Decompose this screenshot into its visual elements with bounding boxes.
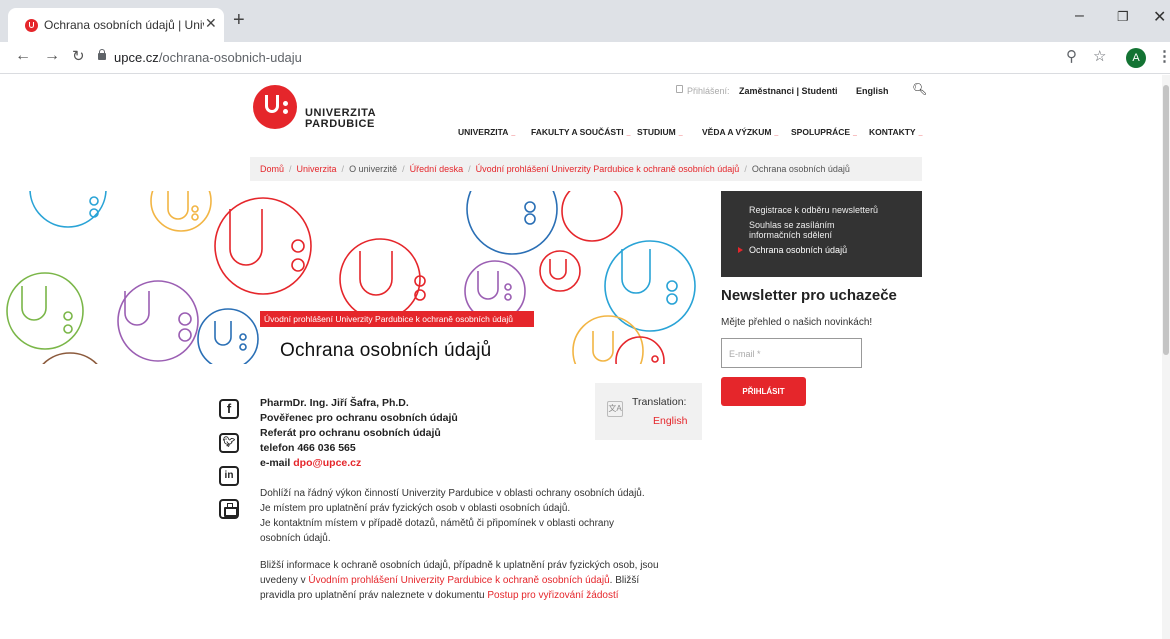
contact-department: Referát pro ochranu osobních údajů — [260, 427, 441, 439]
page-scrollbar[interactable] — [1162, 75, 1170, 639]
newsletter-title: Newsletter pro uchazeče — [721, 287, 897, 304]
reload-icon[interactable]: ↻ — [72, 47, 85, 65]
sidebar-menu: Registrace k odběru newsletterů Souhlas … — [721, 191, 922, 277]
login-links[interactable]: Zaměstnanci | Studenti — [739, 86, 838, 96]
hero-pattern — [0, 191, 702, 364]
logo-text[interactable]: UNIVERZITA PARDUBICE — [305, 108, 376, 130]
translation-label: Translation: — [632, 396, 687, 408]
nav-item-spoluprace[interactable]: SPOLUPRÁCE — [791, 127, 857, 137]
newsletter-text: Mějte přehled o našich novinkách! — [721, 317, 873, 328]
browser-tab[interactable]: Ochrana osobních údajů | Univerz ✕ — [8, 8, 224, 42]
university-logo-icon[interactable] — [253, 85, 297, 129]
nav-item-kontakty[interactable]: KONTAKTY — [869, 127, 923, 137]
pattern-circle — [561, 191, 623, 242]
sidebar-item-ochrana[interactable]: Ochrana osobních údajů — [738, 245, 922, 255]
breadcrumb-o-univerzite: O univerzitě — [349, 164, 398, 174]
back-icon[interactable]: ← — [15, 47, 31, 65]
sidebar-item-souhlas[interactable]: Souhlas se zasíláním — [749, 220, 922, 230]
postup-link[interactable]: Postup pro vyřizování žádostí — [487, 590, 618, 601]
translation-english-link[interactable]: English — [653, 415, 687, 427]
breadcrumb-univerzita[interactable]: Univerzita — [297, 164, 337, 174]
contact-phone: telefon 466 036 565 — [260, 442, 356, 454]
nav-item-fakulty[interactable]: FAKULTY A SOUČÁSTI — [531, 127, 630, 137]
pattern-circle — [339, 238, 426, 320]
pattern-circle — [539, 250, 581, 292]
address-bar[interactable]: upce.cz/ochrana-osobnich-udaju — [90, 45, 1050, 71]
restore-icon[interactable]: ❐ — [1117, 9, 1129, 25]
pattern-circle — [6, 272, 84, 350]
profile-avatar[interactable]: A — [1126, 48, 1146, 68]
lock-icon — [98, 49, 106, 60]
sidebar-item-souhlas-2[interactable]: informačních sdělení — [749, 230, 922, 240]
paragraph-2: Bližší informace k ochraně osobních údaj… — [260, 560, 659, 601]
pattern-circle — [615, 336, 665, 364]
nav-item-studium[interactable]: STUDIUM — [637, 127, 683, 137]
breadcrumb-home[interactable]: Domů — [260, 164, 284, 174]
hero-label[interactable]: Úvodní prohlášení Univerzity Pardubice k… — [260, 311, 534, 327]
subscribe-button[interactable]: PŘIHLÁSIT — [721, 377, 806, 406]
tab-title: Ochrana osobních údajů | Univerz — [44, 18, 204, 32]
pattern-circle — [197, 308, 259, 364]
sidebar-item-registrace[interactable]: Registrace k odběru newsletterů — [749, 205, 922, 215]
pattern-circle — [29, 191, 107, 228]
pattern-circle — [572, 315, 644, 364]
browser-toolbar: ← → ↻ upce.cz/ochrana-osobnich-udaju ⚲ ☆… — [0, 42, 1170, 74]
tab-close-icon[interactable]: ✕ — [205, 15, 217, 32]
email-link[interactable]: dpo@upce.cz — [293, 457, 361, 469]
linkedin-icon[interactable]: in — [219, 466, 239, 486]
facebook-icon[interactable]: f — [219, 399, 239, 419]
pattern-circle — [42, 352, 98, 364]
search-icon[interactable]: 🔍︎ — [912, 82, 927, 96]
prohlaseni-link[interactable]: Úvodním prohlášení Univerzity Pardubice … — [308, 575, 609, 586]
pattern-circle — [214, 197, 312, 295]
pattern-circle — [117, 280, 199, 362]
translation-box: 文A Translation: English — [595, 383, 702, 440]
favicon-icon — [25, 19, 38, 32]
page-viewport: UNIVERZITA PARDUBICE Přihlášení: Zaměstn… — [0, 75, 1170, 639]
breadcrumb-prohlaseni[interactable]: Úvodní prohlášení Univerzity Pardubice k… — [476, 164, 740, 174]
nav-item-univerzita[interactable]: UNIVERZITA — [458, 127, 515, 137]
bookmark-star-icon[interactable]: ☆ — [1093, 47, 1106, 65]
nav-item-veda[interactable]: VĚDA A VÝZKUM — [702, 127, 778, 137]
paragraph-1: Dohlíží na řádný výkon činností Univerzi… — [260, 488, 645, 544]
browser-tabbar: Ochrana osobních údajů | Univerz ✕ + – ❐… — [0, 0, 1170, 42]
zoom-icon[interactable]: ⚲ — [1066, 47, 1077, 65]
breadcrumb-current: Ochrana osobních údajů — [751, 164, 850, 174]
pattern-circle — [466, 191, 558, 255]
menu-icon[interactable]: ⋮ — [1157, 47, 1170, 65]
breadcrumb-uredni-deska[interactable]: Úřední deska — [410, 164, 464, 174]
pattern-circle — [150, 191, 212, 232]
window-close-icon[interactable]: ✕ — [1153, 7, 1166, 27]
new-tab-icon[interactable]: + — [233, 10, 245, 30]
scrollbar-thumb[interactable] — [1163, 85, 1169, 355]
translate-icon: 文A — [607, 401, 623, 417]
page-title: Ochrana osobních údajů — [280, 340, 492, 361]
twitter-icon[interactable]: 🐦︎ — [219, 433, 239, 453]
forward-icon[interactable]: → — [44, 47, 60, 65]
email-field[interactable]: E-mail * — [721, 338, 862, 368]
url-text: upce.cz/ochrana-osobnich-udaju — [114, 50, 302, 65]
print-icon[interactable] — [219, 499, 239, 519]
contact-role: Pověřenec pro ochranu osobních údajů — [260, 412, 458, 424]
login-label: Přihlášení: — [687, 86, 730, 96]
contact-block: PharmDr. Ing. Jiří Šafra, Ph.D. Pověřene… — [260, 396, 458, 471]
language-link[interactable]: English — [856, 86, 889, 96]
contact-email: e-mail dpo@upce.cz — [260, 457, 362, 469]
minimize-icon[interactable]: – — [1075, 7, 1084, 25]
contact-name: PharmDr. Ing. Jiří Šafra, Ph.D. — [260, 397, 409, 409]
login-lock-icon — [676, 85, 683, 93]
breadcrumb: Domů / Univerzita / O univerzitě / Úřední desk… — [250, 157, 922, 181]
